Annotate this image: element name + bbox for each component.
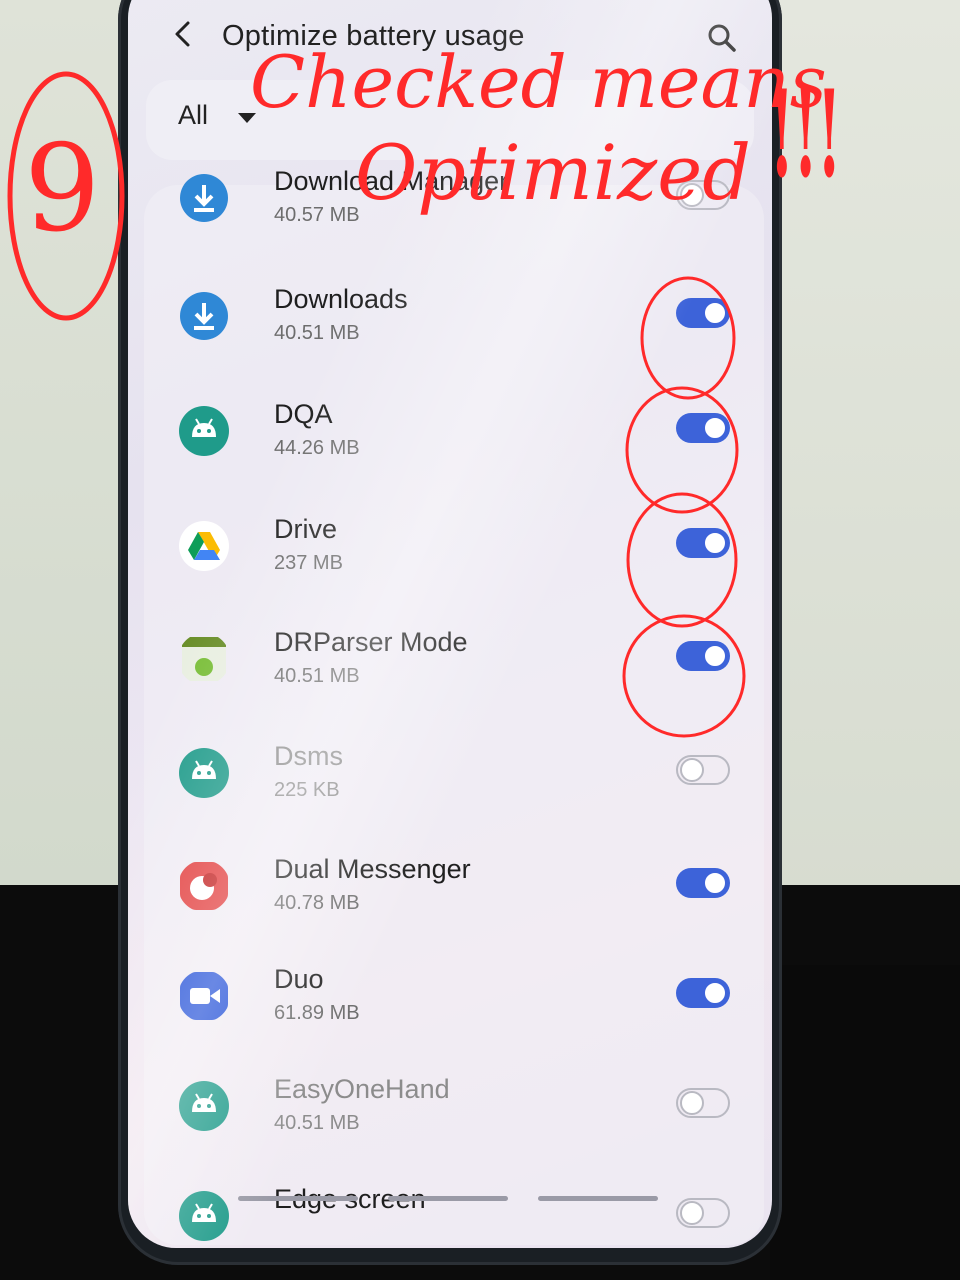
toggle-knob [680,1091,704,1115]
app-name: DRParser Mode [274,627,468,657]
android-icon [179,1191,229,1241]
optimize-toggle[interactable] [676,641,730,671]
optimize-toggle[interactable] [676,1198,730,1228]
android-icon [179,748,229,798]
dual-messenger-icon [180,862,228,910]
toggle-knob [703,644,727,668]
app-size: 40.51 MB [274,322,360,344]
app-row[interactable]: Drive 237 MB [128,490,772,606]
app-name: DQA [274,399,333,429]
android-app-icon [182,637,226,681]
app-size: 61.89 MB [274,1002,360,1024]
app-size: 40.57 MB [274,204,360,226]
app-size: 237 MB [274,552,343,574]
app-row[interactable]: Dual Messenger 40.78 MB [128,830,772,946]
toggle-knob [703,981,727,1005]
nav-home[interactable] [388,1196,508,1201]
annotation-line2: Optimized [355,128,751,217]
back-arrow-icon[interactable] [170,18,198,50]
app-row[interactable]: Duo 61.89 MB [128,940,772,1056]
app-row[interactable]: Dsms 225 KB [128,717,772,833]
optimize-toggle[interactable] [676,868,730,898]
app-name: Downloads [274,284,408,314]
toggle-knob [703,531,727,555]
android-icon [179,1081,229,1131]
app-size: 225 KB [274,779,340,801]
app-size: 40.78 MB [274,892,360,914]
optimize-toggle[interactable] [676,528,730,558]
app-size: 40.51 MB [274,665,360,687]
filter-label: All [178,100,209,130]
app-name: Dual Messenger [274,854,471,884]
toggle-knob [680,1201,704,1225]
app-row[interactable]: DRParser Mode 40.51 MB [128,603,772,719]
step-number: 9 [24,120,101,259]
app-row[interactable]: EasyOneHand 40.51 MB [128,1050,772,1166]
optimize-toggle[interactable] [676,298,730,328]
toggle-knob [703,416,727,440]
app-row[interactable]: Downloads 40.51 MB [128,260,772,376]
video-camera-icon [180,972,228,1020]
app-size: 44.26 MB [274,437,360,459]
google-drive-icon [179,521,229,571]
optimize-toggle[interactable] [676,978,730,1008]
toggle-knob [703,871,727,895]
download-icon [180,174,228,222]
optimize-toggle[interactable] [676,413,730,443]
app-name: Dsms [274,741,343,771]
optimize-toggle[interactable] [676,1088,730,1118]
toggle-knob [680,758,704,782]
annotation-line1: Checked means [250,40,827,124]
app-name: Duo [274,964,324,994]
nav-back[interactable] [538,1196,658,1201]
android-icon [179,406,229,456]
annotation-exclaim: !!! [770,64,842,205]
app-row[interactable]: Edge screen [128,1160,772,1248]
app-row[interactable]: DQA 44.26 MB [128,375,772,491]
download-icon [180,292,228,340]
navigation-bar [238,1196,658,1202]
app-size: 40.51 MB [274,1112,360,1134]
filter-dropdown[interactable]: All [178,100,208,131]
background-desk-right [770,965,960,1280]
app-name: EasyOneHand [274,1074,450,1104]
nav-recents[interactable] [238,1196,358,1201]
app-name: Drive [274,514,338,544]
toggle-knob [703,301,727,325]
optimize-toggle[interactable] [676,755,730,785]
